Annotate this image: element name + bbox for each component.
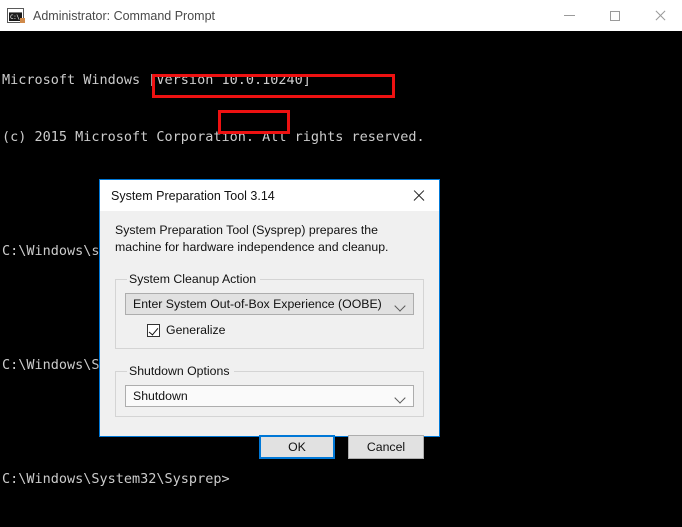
chevron-down-icon — [394, 392, 406, 404]
cancel-button[interactable]: Cancel — [348, 435, 424, 459]
maximize-button[interactable] — [592, 0, 637, 31]
shutdown-options-group: Shutdown Options Shutdown — [115, 364, 424, 417]
command-prompt-icon: C:\. — [7, 8, 25, 23]
cleanup-action-dropdown[interactable]: Enter System Out-of-Box Experience (OOBE… — [125, 293, 414, 315]
ok-button[interactable]: OK — [259, 435, 335, 459]
console-title-bar: C:\. Administrator: Command Prompt — [0, 0, 682, 31]
minimize-button[interactable] — [547, 0, 592, 31]
window-controls — [547, 0, 682, 31]
console-line: C:\Windows\System32\Sysprep> — [2, 471, 230, 487]
close-icon — [412, 189, 425, 202]
shutdown-options-dropdown[interactable]: Shutdown — [125, 385, 414, 407]
maximize-icon — [609, 10, 620, 21]
minimize-icon — [564, 15, 575, 16]
shutdown-options-value: Shutdown — [133, 389, 188, 403]
generalize-checkbox-row[interactable]: Generalize — [147, 323, 414, 337]
generalize-checkbox[interactable] — [147, 323, 160, 337]
console-line: (c) 2015 Microsoft Corporation. All righ… — [2, 129, 425, 145]
dialog-close-button[interactable] — [397, 181, 439, 211]
close-icon — [654, 10, 666, 22]
system-cleanup-action-label: System Cleanup Action — [129, 272, 257, 286]
system-preparation-tool-dialog: System Preparation Tool 3.14 System Prep… — [99, 179, 440, 459]
dialog-description: System Preparation Tool (Sysprep) prepar… — [115, 223, 389, 254]
cleanup-action-value: Enter System Out-of-Box Experience (OOBE… — [133, 297, 382, 311]
close-button[interactable] — [637, 0, 682, 31]
generalize-label: Generalize — [166, 323, 226, 337]
console-line: Microsoft Windows [Version 10.0.10240] — [2, 72, 311, 88]
checkmark-icon — [148, 324, 159, 336]
dialog-title: System Preparation Tool 3.14 — [111, 188, 275, 203]
dialog-title-bar: System Preparation Tool 3.14 — [100, 180, 439, 211]
dialog-body: System Preparation Tool (Sysprep) prepar… — [100, 211, 439, 417]
shutdown-options-label: Shutdown Options — [129, 364, 230, 378]
system-cleanup-action-group: System Cleanup Action Enter System Out-o… — [115, 272, 424, 349]
console-title-text: Administrator: Command Prompt — [33, 8, 216, 23]
dialog-button-row: OK Cancel — [100, 432, 439, 459]
chevron-down-icon — [394, 300, 406, 312]
console-icon-accent — [20, 18, 25, 23]
